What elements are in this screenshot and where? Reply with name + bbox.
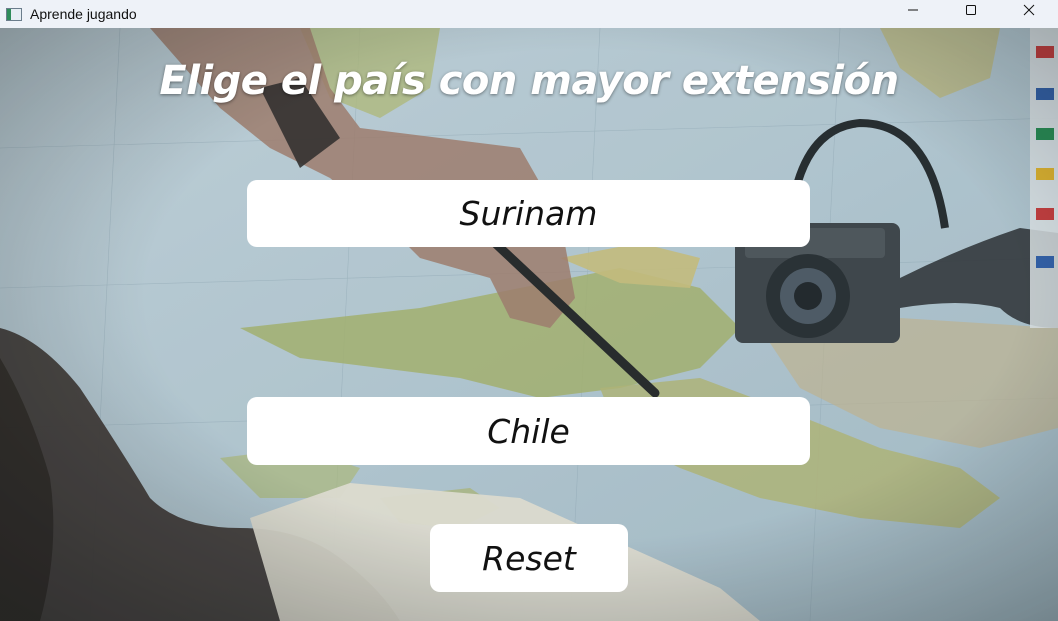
close-icon bbox=[1023, 4, 1035, 16]
close-button[interactable] bbox=[1000, 0, 1058, 20]
maximize-icon bbox=[966, 5, 976, 15]
app-window-icon bbox=[6, 7, 22, 21]
minimize-icon bbox=[908, 9, 918, 11]
minimize-button[interactable] bbox=[884, 0, 942, 20]
maximize-button[interactable] bbox=[942, 0, 1000, 20]
app-window: Aprende jugando Elige el país con mayor … bbox=[0, 0, 1058, 621]
reset-button[interactable]: Reset bbox=[430, 524, 628, 592]
question-heading: Elige el país con mayor extensión bbox=[159, 58, 899, 104]
option-button-chile[interactable]: Chile bbox=[247, 397, 810, 465]
game-area: Elige el país con mayor extensión Surina… bbox=[0, 28, 1058, 621]
title-bar[interactable]: Aprende jugando bbox=[0, 0, 1058, 28]
window-title: Aprende jugando bbox=[30, 6, 137, 22]
option-button-surinam[interactable]: Surinam bbox=[247, 180, 810, 247]
window-controls bbox=[884, 0, 1058, 28]
